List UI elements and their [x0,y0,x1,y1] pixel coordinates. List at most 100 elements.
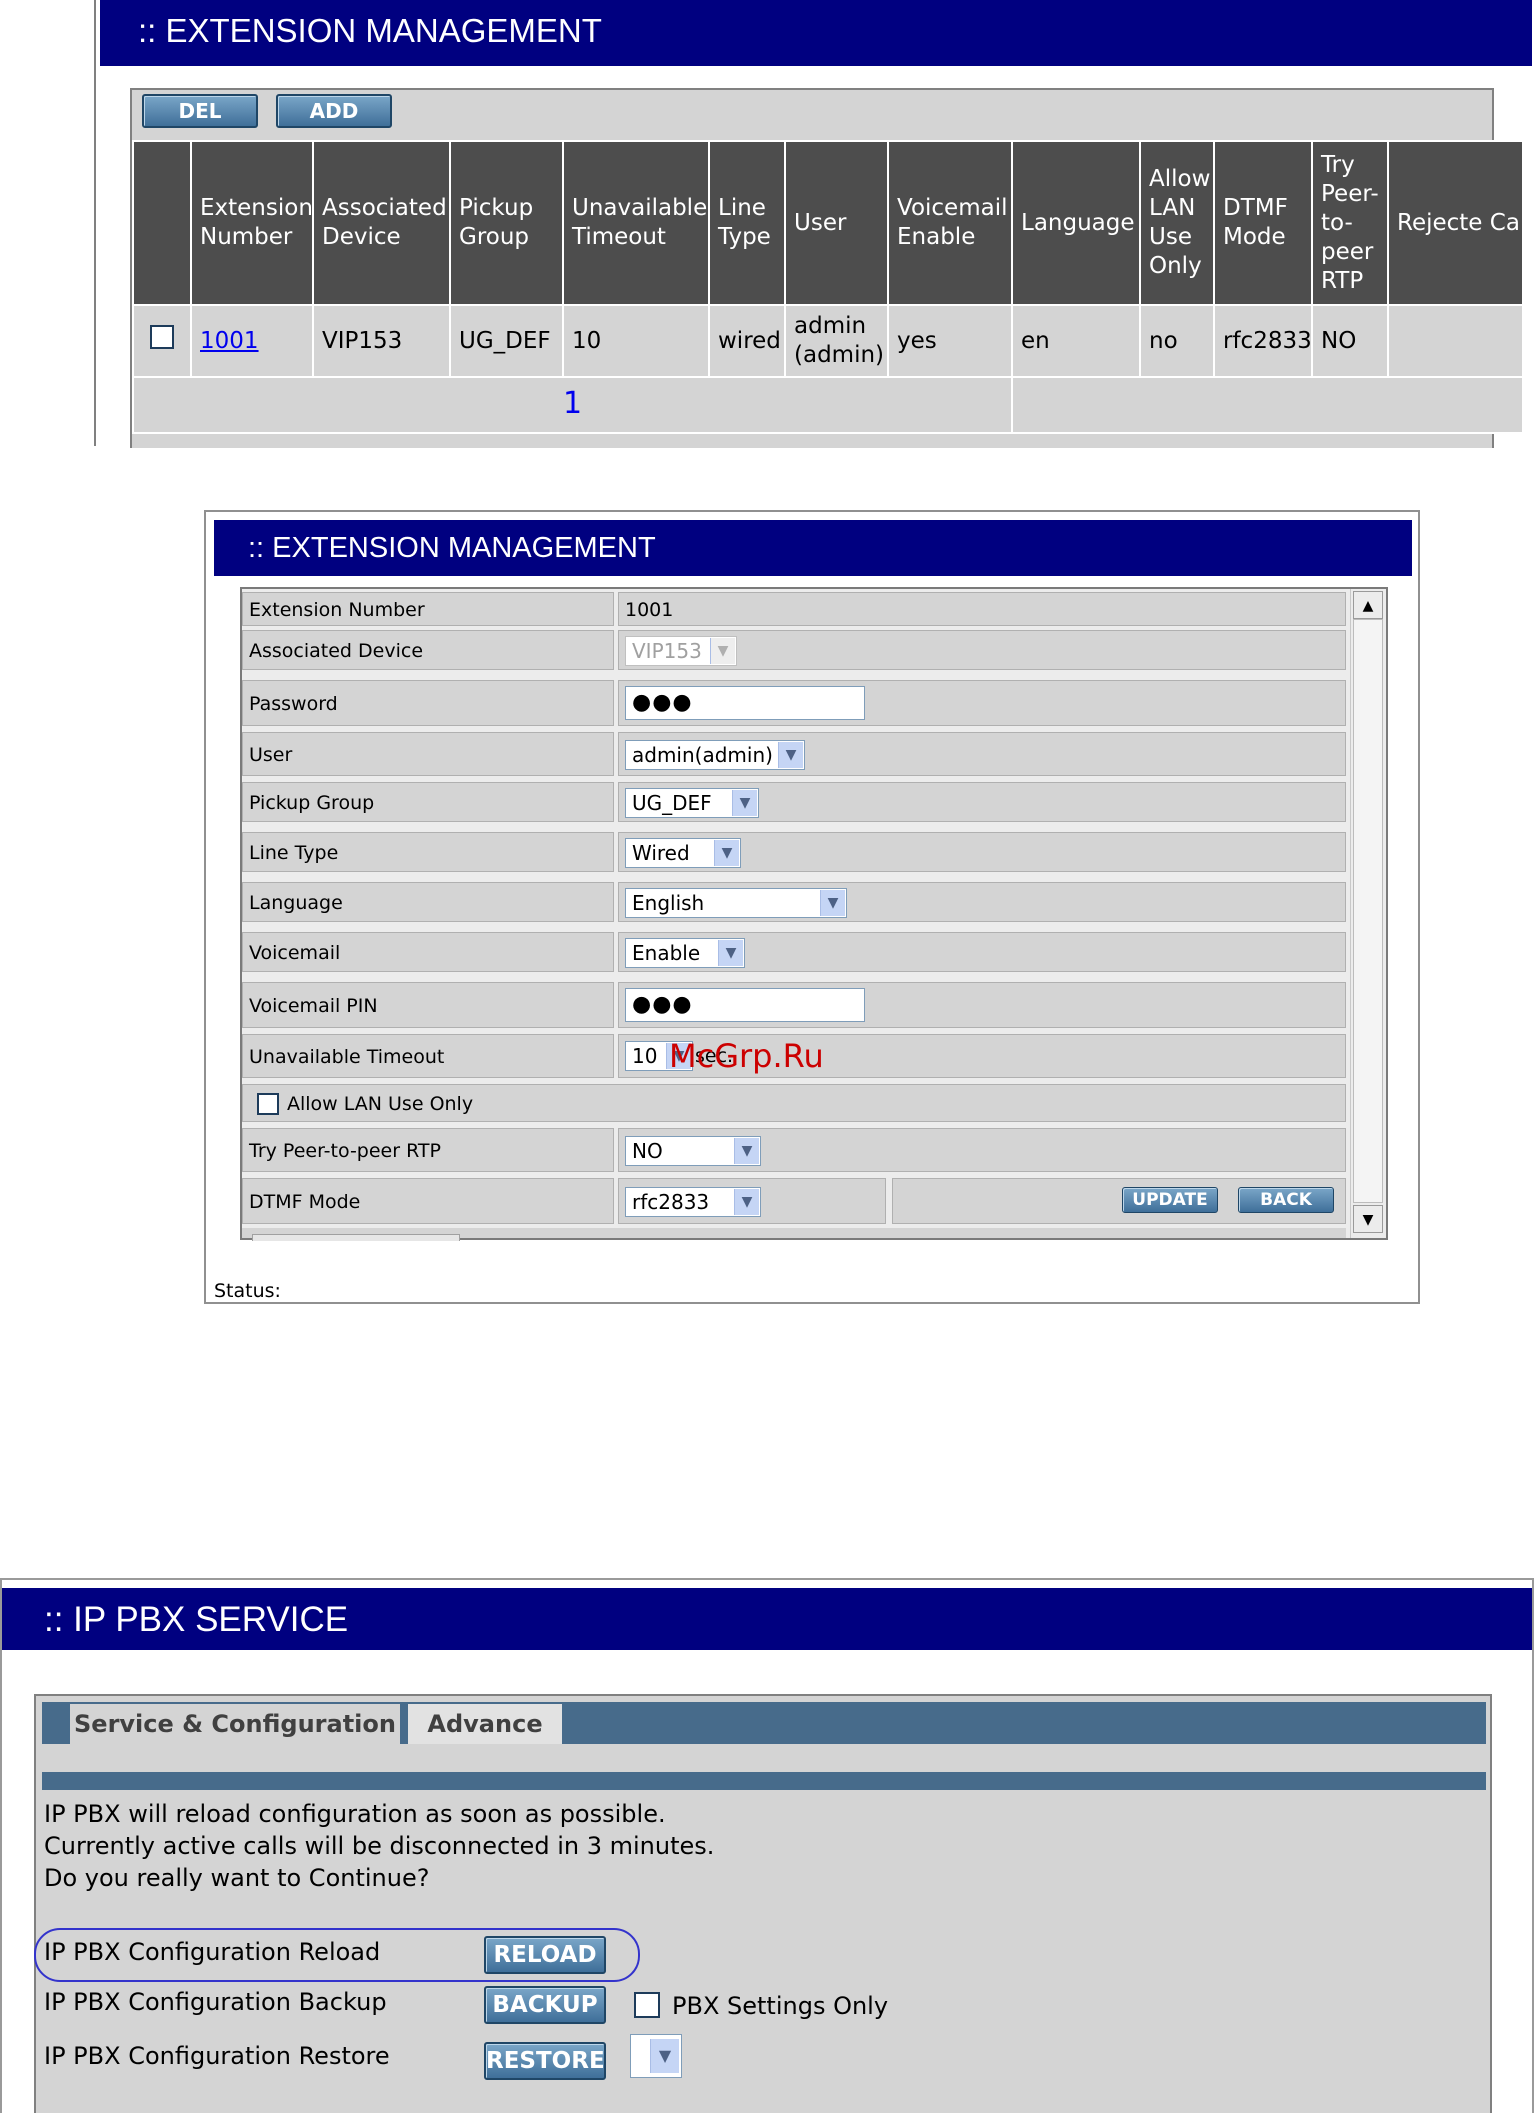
col-header-device: Associated Device [312,140,451,306]
label-extension-number: Extension Number [242,592,614,626]
row-checkbox[interactable] [150,325,174,349]
table-header-row: Extension Number Associated Device Picku… [132,140,1524,306]
message-line: Currently active calls will be disconnec… [44,1832,715,1860]
label-voicemail: Voicemail [242,932,614,972]
scroll-thumb[interactable] [1353,619,1383,1203]
dtmf-mode-select[interactable]: rfc2833 ▼ [625,1187,761,1217]
message-line: Do you really want to Continue? [44,1864,430,1892]
page-link[interactable]: 1 [563,386,582,421]
pagination-cell: 1 [132,376,1013,434]
col-header-voicemail: Voicemail Enable [887,140,1013,306]
peer-rtp-select[interactable]: NO ▼ [625,1136,761,1166]
tab-service-configuration[interactable]: Service & Configuration [70,1704,400,1744]
line-type-value: Wired [632,841,690,865]
confirm-message: IP PBX will reload configuration as soon… [44,1798,714,1894]
pbx-settings-only-label: PBX Settings Only [672,1992,889,2020]
row-voicemail: Voicemail Enable ▼ [242,932,1346,972]
col-header-user: User [784,140,889,306]
label-password: Password [242,680,614,726]
row-language: en [1011,304,1141,378]
label-user: User [242,732,614,776]
restore-label: IP PBX Configuration Restore [44,2042,390,2070]
pickup-group-select[interactable]: UG_DEF ▼ [625,788,759,818]
pbx-settings-only-checkbox[interactable] [634,1992,660,2018]
backup-label: IP PBX Configuration Backup [44,1988,387,2016]
col-header-extension: Extension Number [190,140,314,306]
password-input[interactable]: ●●● [625,686,865,720]
value-language-cell: English ▼ [618,882,1346,922]
reload-label: IP PBX Configuration Reload [44,1938,381,1966]
scroll-up-button[interactable]: ▲ [1353,591,1383,619]
col-header-peer-rtp: Try Peer-to-peer RTP [1311,140,1389,306]
language-select[interactable]: English ▼ [625,888,847,918]
label-peer-rtp: Try Peer-to-peer RTP [242,1128,614,1172]
value-pickup-group-cell: UG_DEF ▼ [618,782,1346,822]
row-voicemail: yes [887,304,1013,378]
backup-button[interactable]: BACKUP [484,1986,606,2024]
panel-title-text: :: IP PBX SERVICE [44,1600,349,1639]
voicemail-select[interactable]: Enable ▼ [625,938,745,968]
row-peer-rtp: Try Peer-to-peer RTP NO ▼ [242,1128,1346,1172]
user-value: admin(admin) [632,743,773,767]
row-rejected [1387,304,1524,378]
form-bottom-button-stub [252,1234,460,1241]
col-header-language: Language [1011,140,1141,306]
add-button[interactable]: ADD [276,94,392,128]
label-language: Language [242,882,614,922]
user-select[interactable]: admin(admin) ▼ [625,740,805,770]
chevron-down-icon: ▼ [718,940,743,966]
update-button[interactable]: UPDATE [1122,1187,1218,1213]
row-pickup: UG_DEF [449,304,564,378]
scrollbar[interactable]: ▲ ▼ [1350,589,1386,1238]
language-value: English [632,891,705,915]
scroll-down-button[interactable]: ▼ [1353,1205,1383,1233]
value-user-cell: admin(admin) ▼ [618,732,1346,776]
message-line: IP PBX will reload configuration as soon… [44,1800,666,1828]
watermark: McGrp.Ru [669,1037,824,1075]
value-peer-rtp-cell: NO ▼ [618,1128,1346,1172]
allow-lan-checkbox[interactable] [257,1093,279,1115]
back-button[interactable]: BACK [1238,1187,1334,1213]
tab-advance[interactable]: Advance [408,1704,562,1744]
col-header-pickup: Pickup Group [449,140,564,306]
value-extension-number: 1001 [625,599,674,621]
value-associated-device-cell: VIP153 ▼ [618,630,1346,670]
extension-link[interactable]: 1001 [200,328,259,354]
row-device: VIP153 [312,304,451,378]
col-header-select [132,140,192,306]
value-unavailable-timeout-cell: 10 ▼ sec. McGrp.Ru [618,1034,1346,1078]
status-label: Status: [214,1280,281,1302]
chevron-down-icon: ▼ [650,2039,679,2073]
row-user: admin (admin) [784,304,889,378]
arrow-down-icon: ▼ [1362,1212,1374,1228]
row-associated-device: Associated Device VIP153 ▼ [242,630,1346,670]
del-button[interactable]: DEL [142,94,258,128]
row-unavailable-timeout: Unavailable Timeout 10 ▼ sec. McGrp.Ru [242,1034,1346,1078]
value-voicemail-pin-cell: ●●● [618,982,1346,1028]
row-password: Password ●●● [242,680,1346,726]
value-password-cell: ●●● [618,680,1346,726]
unavailable-timeout-value: 10 [632,1044,658,1068]
chevron-down-icon: ▼ [820,890,845,916]
line-type-select[interactable]: Wired ▼ [625,838,741,868]
label-dtmf-mode: DTMF Mode [242,1178,614,1224]
row-peer-rtp: NO [1311,304,1389,378]
value-line-type-cell: Wired ▼ [618,832,1346,872]
label-pickup-group: Pickup Group [242,782,614,822]
tab-advance-label: Advance [427,1710,543,1738]
reload-button[interactable]: RELOAD [484,1936,606,1974]
voicemail-pin-input[interactable]: ●●● [625,988,865,1022]
restore-file-select[interactable]: ▼ [630,2034,682,2078]
row-allow-lan: Allow LAN Use Only [242,1084,1346,1122]
restore-button[interactable]: RESTORE [484,2042,606,2080]
panel-title-text: :: EXTENSION MANAGEMENT [248,532,656,564]
panel-title: :: EXTENSION MANAGEMENT [100,0,1532,66]
panel-title: :: EXTENSION MANAGEMENT [214,520,1412,576]
table-row: 1001 VIP153 UG_DEF 10 wired admin (admin… [132,304,1524,378]
service-frame: Service & Configuration Advance IP PBX w… [34,1694,1492,2113]
associated-device-value: VIP153 [632,639,702,663]
row-extension-number: Extension Number 1001 [242,592,1346,626]
pickup-group-value: UG_DEF [632,791,712,815]
tab-underline-bar [42,1772,1486,1790]
arrow-up-icon: ▲ [1362,598,1374,614]
